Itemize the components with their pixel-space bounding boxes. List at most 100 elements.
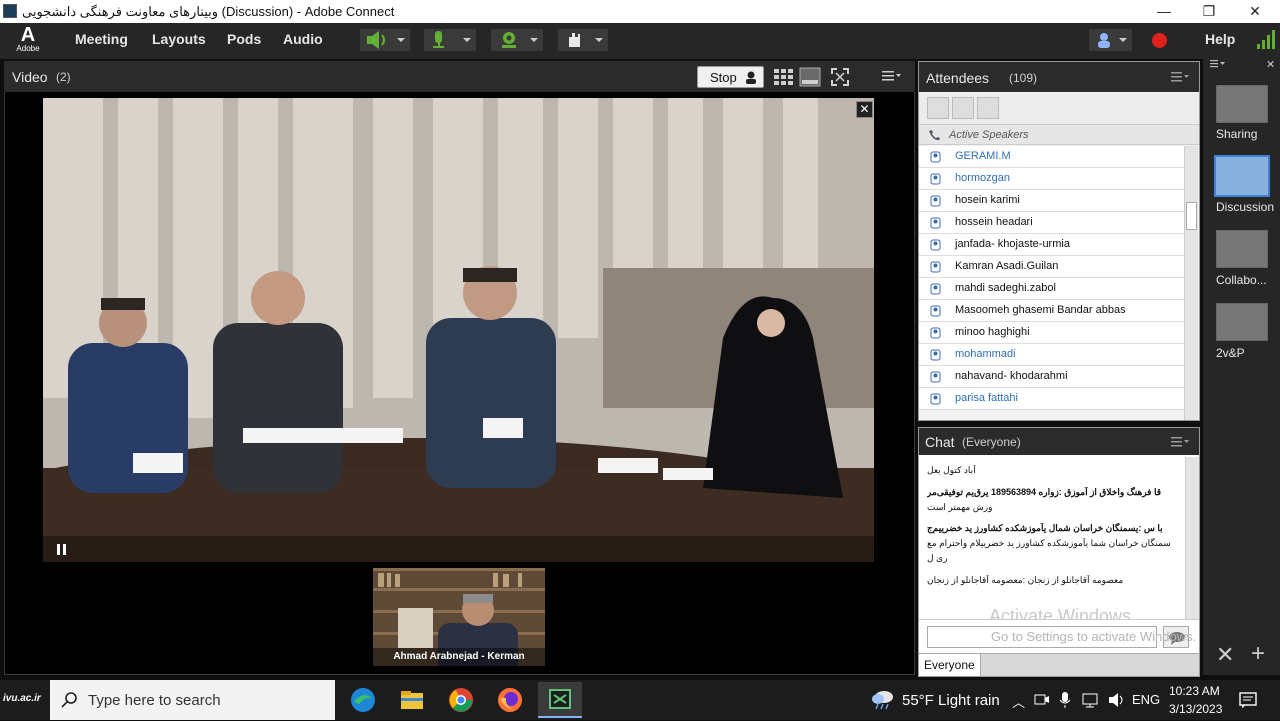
chat-scrollbar[interactable] — [1185, 457, 1199, 619]
edge-icon[interactable] — [349, 686, 377, 714]
user-icon — [930, 195, 941, 207]
grid-view-icon[interactable] — [773, 67, 795, 87]
attendees-scrollbar[interactable] — [1184, 146, 1198, 420]
attendee-row[interactable]: mohammadi — [919, 344, 1184, 366]
menu-pods[interactable]: Pods — [227, 31, 261, 47]
menu-audio[interactable]: Audio — [283, 31, 323, 47]
chat-message: قا فرهنگ واخلاق از آموزق :زواره 18956389… — [927, 487, 1162, 497]
chat-tab-everyone[interactable]: Everyone — [919, 654, 981, 676]
layout-2vp-thumbnail[interactable] — [1216, 303, 1268, 341]
adobe-connect-taskbar-icon[interactable] — [538, 682, 582, 718]
attendee-row[interactable]: janfada- khojaste-urmia — [919, 234, 1184, 256]
layout-sharing-label[interactable]: Sharing — [1216, 127, 1280, 141]
menu-layouts[interactable]: Layouts — [152, 31, 206, 47]
weather-icon[interactable] — [870, 688, 896, 710]
maximize-button[interactable]: ❐ — [1186, 0, 1232, 23]
chat-message: آباد کتول یعل — [927, 465, 976, 475]
user-icon — [930, 217, 941, 229]
attendee-name: minoo haghighi — [955, 326, 1030, 338]
meet-now-icon[interactable] — [1034, 692, 1050, 708]
attendees-toolbar — [919, 93, 1199, 125]
chat-title: Chat — [925, 434, 955, 450]
person-icon — [746, 71, 756, 84]
attendee-row[interactable]: hossein headari — [919, 212, 1184, 234]
window-titlebar: وبینارهای معاونت فرهنگی دانشجویی (Discus… — [0, 0, 1280, 23]
language-indicator[interactable]: ENG — [1132, 692, 1160, 707]
layout-collaboration-label[interactable]: Collabo... — [1216, 273, 1280, 287]
weather-text[interactable]: 55°F Light rain — [902, 692, 1000, 709]
microphone-tray-icon[interactable] — [1058, 690, 1072, 710]
user-status-icon[interactable] — [977, 97, 999, 119]
fullscreen-icon[interactable] — [830, 67, 850, 87]
secondary-video-feed: Ahmad Arabnejad - Kerman — [373, 568, 545, 666]
chat-menu-icon[interactable] — [1171, 437, 1191, 447]
add-layout-icon[interactable]: + — [1251, 640, 1265, 668]
attendee-row[interactable]: parisa fattahi — [919, 388, 1184, 410]
network-icon[interactable] — [1082, 692, 1100, 708]
start-button[interactable]: ivu.ac.ir — [0, 686, 50, 714]
delete-layout-icon[interactable]: ✕ — [1216, 642, 1234, 668]
filmstrip-view-icon[interactable] — [799, 67, 821, 87]
attendees-menu-icon[interactable] — [1171, 72, 1191, 82]
breakout-icon[interactable] — [952, 97, 974, 119]
user-icon — [930, 173, 941, 185]
record-icon[interactable] — [1152, 33, 1167, 48]
attendees-header: Attendees (109) — [919, 62, 1199, 92]
rail-close-icon[interactable]: ✕ — [1266, 58, 1275, 71]
rail-menu-icon[interactable] — [1210, 60, 1230, 68]
attendee-row[interactable]: Kamran Asadi.Guilan — [919, 256, 1184, 278]
attendee-row[interactable]: nahavand- khodarahmi — [919, 366, 1184, 388]
close-button[interactable]: ✕ — [1232, 0, 1278, 23]
search-placeholder: Type here to search — [88, 692, 221, 709]
active-speakers-label: Active Speakers — [949, 129, 1029, 141]
microphone-toggle[interactable] — [424, 29, 476, 51]
attendee-row[interactable]: GERAMI.M — [919, 146, 1184, 168]
pod-menu-icon[interactable] — [882, 70, 902, 82]
chat-message: با س :یسمنگان خراسان شمال یآموزشکده کشاو… — [927, 523, 1163, 533]
notifications-icon[interactable] — [1238, 690, 1258, 710]
file-explorer-icon[interactable] — [398, 686, 426, 714]
chevron-up-icon[interactable]: ︿ — [1012, 692, 1025, 711]
chat-recipient-bar: Everyone — [919, 653, 1199, 676]
firefox-icon[interactable] — [496, 686, 524, 714]
chat-scope: (Everyone) — [962, 435, 1021, 449]
layout-collaboration-thumbnail[interactable] — [1216, 230, 1268, 268]
attendee-row[interactable]: hormozgan — [919, 168, 1184, 190]
raise-hand-icon — [569, 33, 603, 47]
attendee-row[interactable]: mahdi sadeghi.zabol — [919, 278, 1184, 300]
stop-webcam-button[interactable]: Stop — [697, 66, 764, 88]
clock-time[interactable]: 10:23 AM — [1169, 684, 1220, 698]
layout-discussion-thumbnail[interactable] — [1214, 155, 1270, 197]
user-icon — [930, 283, 941, 295]
app-icon — [3, 4, 17, 18]
minimize-button[interactable]: — — [1141, 0, 1187, 23]
attendee-row[interactable]: minoo haghighi — [919, 322, 1184, 344]
attendee-name: nahavand- khodarahmi — [955, 370, 1068, 382]
pause-icon[interactable] — [55, 543, 69, 557]
menu-meeting[interactable]: Meeting — [75, 31, 128, 47]
user-icon — [930, 393, 941, 405]
clock-date[interactable]: 3/13/2023 — [1169, 702, 1222, 716]
stop-label: Stop — [710, 70, 737, 85]
menu-help[interactable]: Help — [1205, 31, 1235, 47]
chrome-icon[interactable] — [447, 686, 475, 714]
microphone-icon — [433, 31, 471, 48]
speaker-toggle[interactable] — [360, 29, 410, 51]
layout-sharing-thumbnail[interactable] — [1216, 85, 1268, 123]
attendee-name: mohammadi — [955, 348, 1016, 360]
layouts-rail — [1203, 59, 1280, 675]
scrollbar-thumb[interactable] — [1186, 202, 1197, 230]
taskbar-search[interactable]: Type here to search — [50, 680, 335, 720]
attendee-row[interactable]: Masoomeh ghasemi Bandar abbas — [919, 300, 1184, 322]
close-video-icon[interactable]: ✕ — [856, 101, 873, 118]
layout-2vp-label[interactable]: 2v&P — [1216, 346, 1280, 360]
user-icon — [930, 349, 941, 361]
attendee-row[interactable]: hosein karimi — [919, 190, 1184, 212]
raise-hand-button[interactable] — [558, 29, 608, 51]
status-button[interactable] — [1089, 29, 1132, 51]
layout-discussion-label[interactable]: Discussion — [1216, 200, 1280, 214]
volume-icon[interactable] — [1108, 692, 1126, 708]
attendee-name: hossein headari — [955, 216, 1033, 228]
list-view-icon[interactable] — [927, 97, 949, 119]
webcam-toggle[interactable] — [491, 29, 543, 51]
